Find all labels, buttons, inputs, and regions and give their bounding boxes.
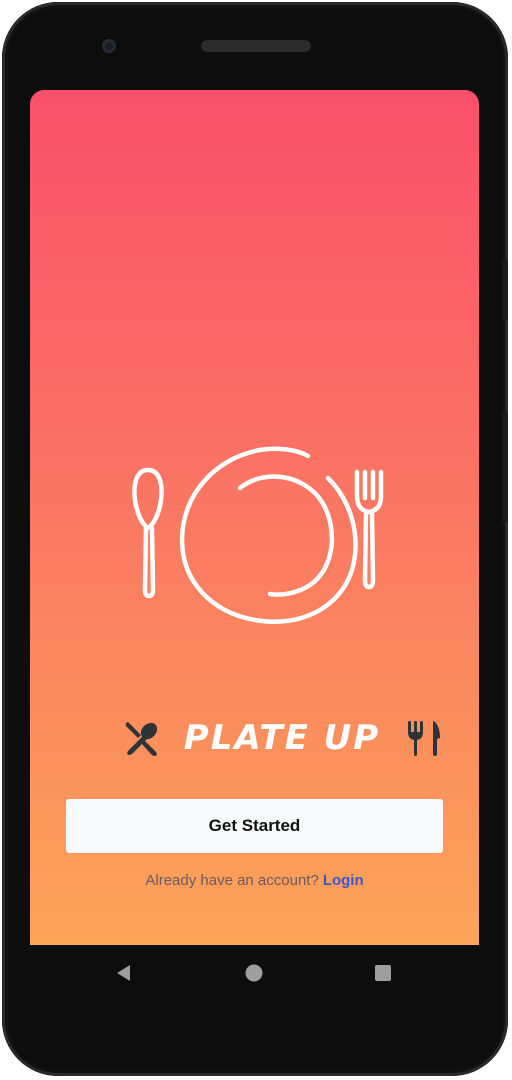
system-navigation-bar: [30, 945, 479, 1001]
back-icon[interactable]: [112, 961, 136, 985]
phone-frame: PLATE UP Get Started Already have an acc…: [2, 2, 508, 1076]
login-link[interactable]: Login: [323, 872, 364, 889]
volume-button: [502, 260, 508, 320]
app-brand-title: PLATE UP: [183, 718, 381, 758]
fork-knife-icon: [408, 721, 440, 756]
recents-icon[interactable]: [371, 961, 395, 985]
app-screen: PLATE UP Get Started Already have an acc…: [30, 90, 479, 945]
earpiece-speaker: [201, 40, 311, 52]
home-icon[interactable]: [242, 961, 266, 985]
brand-logo: PLATE UP: [122, 716, 444, 760]
plate-illustration-icon: [132, 446, 384, 624]
get-started-button[interactable]: Get Started: [66, 799, 443, 853]
login-prompt-row: Already have an account? Login: [30, 872, 479, 889]
power-button: [502, 412, 508, 522]
login-prompt-text: Already have an account?: [145, 872, 319, 889]
crossed-utensils-icon: [125, 722, 158, 756]
front-camera: [102, 39, 116, 53]
